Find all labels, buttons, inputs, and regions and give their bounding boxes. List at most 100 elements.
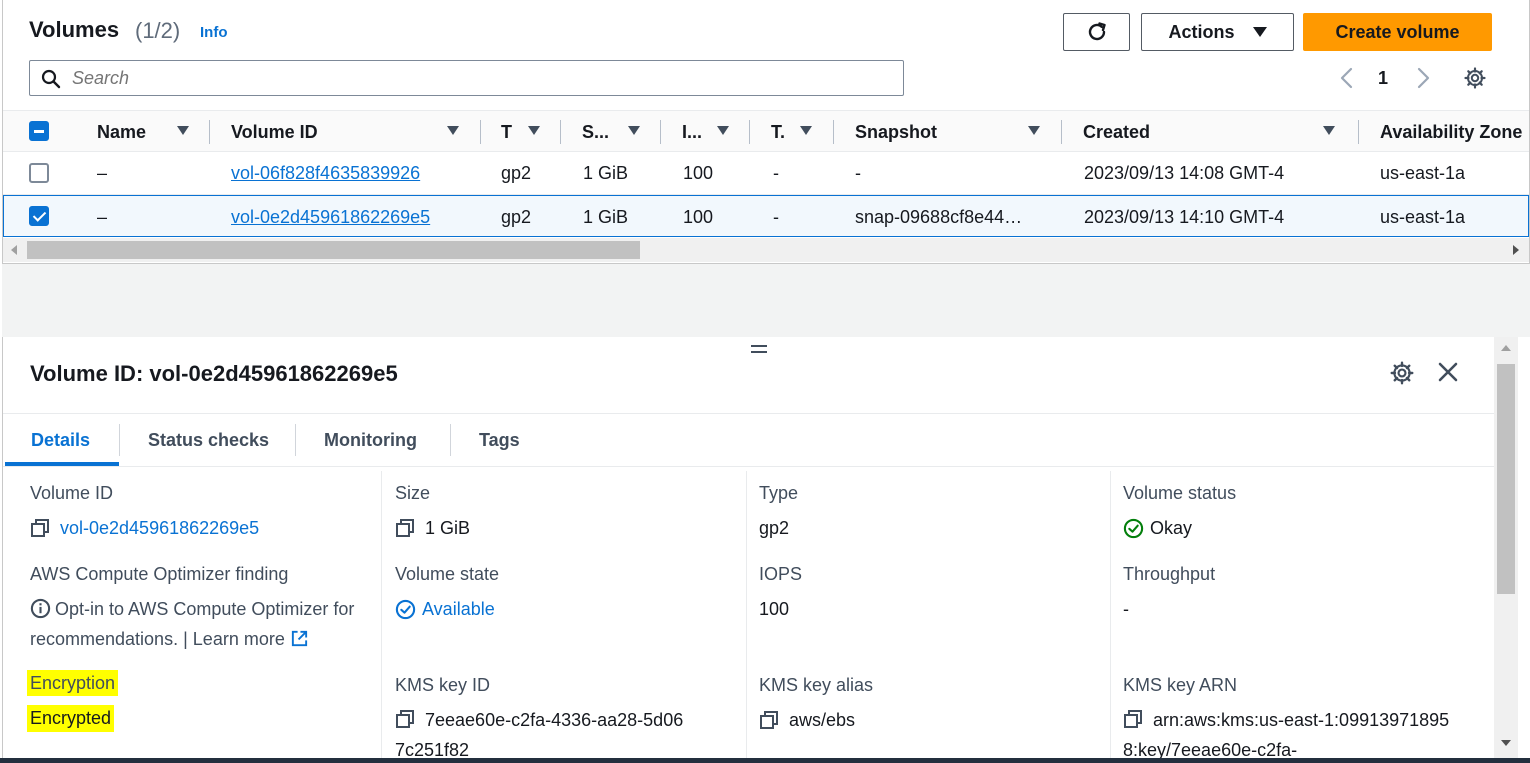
horizontal-scrollbar[interactable] — [3, 238, 1529, 262]
field-kms-key-arn: KMS key ARN arn:aws:kms:us-east-1:099139… — [1123, 675, 1450, 760]
scroll-left-icon[interactable] — [11, 245, 17, 255]
search-input[interactable] — [72, 65, 892, 91]
scroll-right-icon[interactable] — [1513, 245, 1519, 255]
table-row[interactable]: – vol-06f828f4635839926 gp2 1 GiB 100 - … — [3, 152, 1529, 195]
field-size: Size 1 GiB — [395, 483, 471, 538]
close-detail-button[interactable] — [1437, 361, 1459, 388]
scroll-up-icon[interactable] — [1501, 345, 1511, 351]
check-circle-icon — [395, 599, 416, 619]
caret-down-icon[interactable] — [528, 126, 540, 135]
taskbar-edge — [0, 758, 1530, 763]
caret-down-icon[interactable] — [800, 126, 812, 135]
cell-created: 2023/09/13 14:10 GMT-4 — [1084, 206, 1285, 227]
caret-down-icon[interactable] — [628, 126, 640, 135]
copy-icon[interactable] — [395, 709, 415, 729]
scrollbar-thumb[interactable] — [27, 241, 640, 259]
copy-icon[interactable] — [30, 518, 50, 538]
gear-icon — [1464, 67, 1486, 89]
column-header-size[interactable]: S... — [582, 111, 616, 153]
kms-key-alias-value: aws/ebs — [789, 709, 856, 730]
cell-availability-zone: us-east-1a — [1380, 206, 1466, 227]
caret-down-icon — [1252, 27, 1267, 37]
select-all-checkbox[interactable] — [29, 121, 49, 141]
learn-more-link[interactable]: Learn more — [193, 629, 285, 649]
row-checkbox-checked[interactable] — [29, 206, 49, 226]
cell-type: gp2 — [501, 206, 532, 227]
tab-details[interactable]: Details — [31, 414, 90, 466]
field-type: Type gp2 — [759, 483, 798, 543]
detail-title: Volume ID: vol-0e2d45961862269e5 — [30, 361, 398, 386]
previous-page-button[interactable] — [1337, 64, 1357, 92]
actions-button[interactable]: Actions — [1141, 13, 1294, 51]
size-value: 1 GiB — [425, 517, 471, 538]
vertical-scrollbar[interactable] — [1494, 337, 1518, 763]
cell-type: gp2 — [501, 162, 532, 183]
gear-icon — [1390, 361, 1414, 385]
caret-down-icon[interactable] — [177, 126, 189, 135]
encryption-label: Encryption — [27, 670, 119, 696]
field-throughput: Throughput - — [1123, 564, 1215, 624]
refresh-button[interactable] — [1063, 13, 1130, 51]
copy-icon[interactable] — [395, 518, 415, 538]
search-icon — [41, 69, 61, 89]
tab-monitoring[interactable]: Monitoring — [324, 414, 417, 466]
field-kms-key-alias: KMS key alias aws/ebs — [759, 675, 874, 730]
external-link-icon[interactable] — [290, 629, 309, 648]
column-header-volume-id[interactable]: Volume ID — [231, 111, 431, 153]
tab-status-checks[interactable]: Status checks — [148, 414, 269, 466]
cell-iops: 100 — [683, 206, 714, 227]
volume-detail-panel: Volume ID: vol-0e2d45961862269e5 Details… — [2, 337, 1495, 763]
field-volume-status: Volume status Okay — [1123, 483, 1237, 538]
selection-count: (1/2) — [135, 18, 181, 43]
search-box — [29, 60, 904, 96]
page-number-1[interactable]: 1 — [1378, 64, 1388, 92]
column-header-availability-zone[interactable]: Availability Zone — [1380, 111, 1529, 153]
column-header-created[interactable]: Created — [1083, 111, 1283, 153]
table-preferences-button[interactable] — [1463, 64, 1487, 92]
field-volume-id: Volume ID vol-0e2d45961862269e5 — [30, 483, 260, 539]
drag-handle-icon[interactable] — [751, 343, 767, 353]
scroll-down-icon[interactable] — [1501, 740, 1511, 746]
caret-down-icon[interactable] — [1028, 126, 1040, 135]
copy-icon[interactable] — [759, 710, 779, 730]
chevron-left-icon — [1340, 67, 1353, 89]
actions-label: Actions — [1168, 21, 1235, 42]
scrollbar-thumb[interactable] — [1497, 364, 1515, 594]
cell-size: 1 GiB — [583, 206, 629, 227]
volume-id-link[interactable]: vol-06f828f4635839926 — [231, 152, 420, 194]
cell-name: – — [97, 206, 108, 227]
volume-state-value: Available — [422, 598, 495, 619]
column-header-name[interactable]: Name — [97, 111, 167, 153]
info-icon — [30, 598, 51, 619]
page-title: Volumes — [29, 17, 120, 42]
volume-id-value[interactable]: vol-0e2d45961862269e5 — [60, 518, 259, 539]
cell-size: 1 GiB — [583, 162, 629, 183]
caret-down-icon[interactable] — [717, 126, 729, 135]
volumes-table-panel: Volumes (1/2) Info Actions Create volume — [2, 0, 1530, 264]
caret-down-icon[interactable] — [447, 126, 459, 135]
table-header: Name Volume ID T S... I... T. Snapshot C… — [3, 110, 1529, 152]
volume-id-link[interactable]: vol-0e2d45961862269e5 — [231, 196, 430, 238]
cell-iops: 100 — [683, 162, 714, 183]
cell-throughput: - — [773, 162, 779, 183]
column-header-snapshot[interactable]: Snapshot — [855, 111, 1015, 153]
field-compute-optimizer: AWS Compute Optimizer finding Opt-in to … — [30, 564, 355, 649]
tab-tags[interactable]: Tags — [479, 414, 520, 466]
type-value: gp2 — [759, 517, 790, 538]
column-header-type[interactable]: T — [501, 111, 519, 153]
caret-down-icon[interactable] — [1323, 126, 1335, 135]
copy-icon[interactable] — [1123, 709, 1143, 729]
info-link[interactable]: Info — [200, 24, 228, 41]
volume-status-value: Okay — [1150, 517, 1193, 538]
create-volume-button[interactable]: Create volume — [1303, 13, 1492, 51]
detail-preferences-button[interactable] — [1389, 360, 1415, 391]
cell-created: 2023/09/13 14:08 GMT-4 — [1084, 162, 1285, 183]
cell-name: – — [97, 162, 108, 183]
next-page-button[interactable] — [1413, 64, 1433, 92]
column-header-iops[interactable]: I... — [682, 111, 706, 153]
field-kms-key-id: KMS key ID 7eeae60e-c2fa-4336-aa28-5d067… — [395, 675, 684, 760]
kms-key-id-value: 7eeae60e-c2fa-4336-aa28-5d067c251f82 — [395, 710, 684, 760]
row-checkbox[interactable] — [29, 163, 49, 183]
table-row-selected[interactable]: – vol-0e2d45961862269e5 gp2 1 GiB 100 - … — [3, 195, 1529, 237]
column-header-throughput[interactable]: T. — [771, 111, 789, 153]
